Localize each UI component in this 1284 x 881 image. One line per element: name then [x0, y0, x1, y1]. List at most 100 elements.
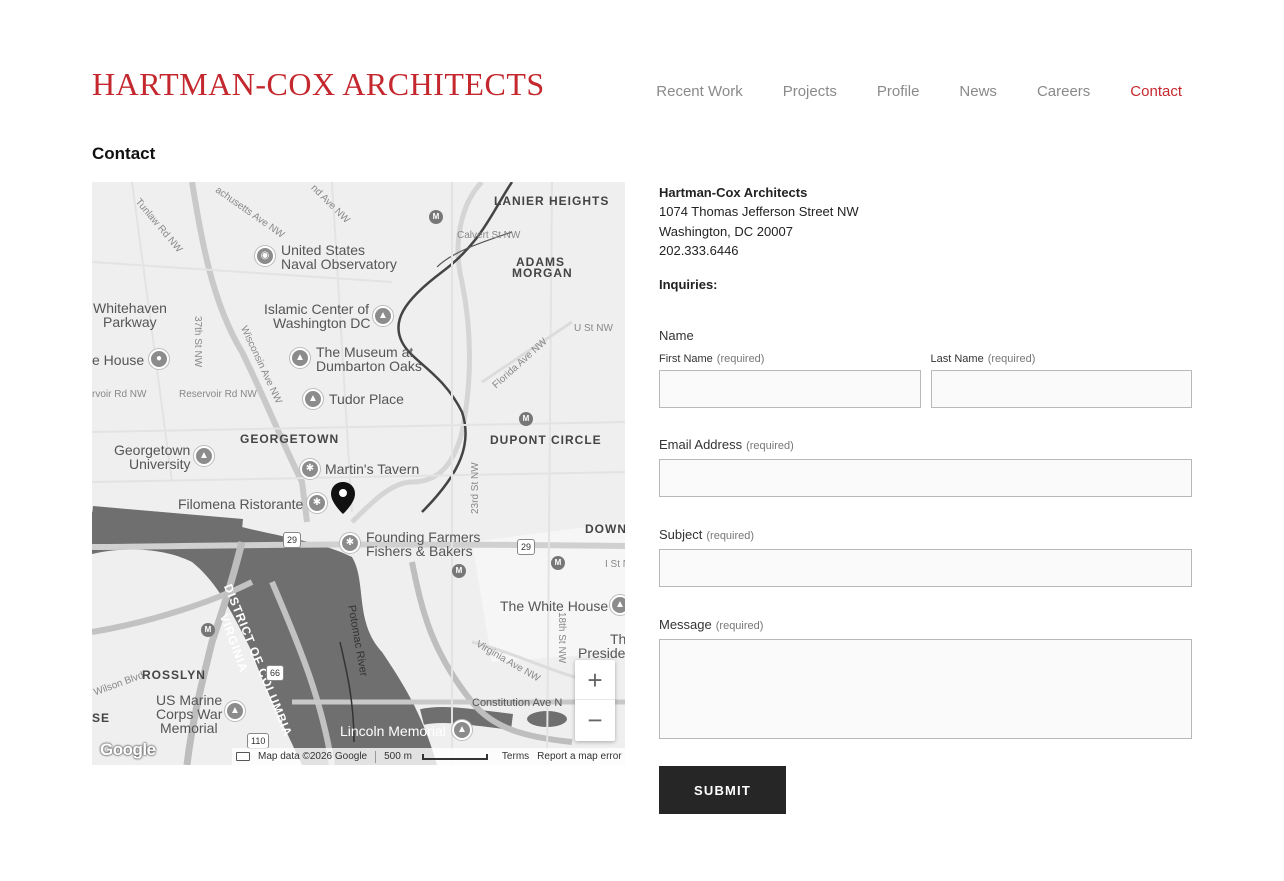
- lincoln-poi-icon[interactable]: ▲: [452, 720, 472, 740]
- keyboard-icon[interactable]: [236, 752, 250, 761]
- nav-careers[interactable]: Careers: [1037, 82, 1090, 102]
- map-label-whitehaven-1: Whitehaven: [93, 300, 167, 316]
- map-label-reservoir-rd-2: rvoir Rd NW: [92, 389, 147, 400]
- inquiries-heading: Inquiries:: [659, 276, 718, 292]
- museum-poi-icon[interactable]: ▲: [290, 348, 310, 368]
- first-name-input[interactable]: [659, 370, 921, 408]
- map-label-lincoln-memorial: Lincoln Memorial: [340, 723, 446, 739]
- map-label-georgetown: GEORGETOWN: [240, 432, 340, 446]
- subject-input[interactable]: [659, 549, 1192, 587]
- historic-poi-icon[interactable]: ▲: [303, 389, 323, 409]
- map-label-marine-2: Corps War: [156, 706, 223, 722]
- map-label-founding-farmers-2: Fishers & Bakers: [366, 543, 473, 559]
- email-required: (required): [746, 440, 794, 452]
- map-zoom-controls: + −: [575, 660, 615, 741]
- map-label-islamic-center-1: Islamic Center of: [264, 301, 370, 317]
- address-line-2: Washington, DC 20007: [659, 223, 793, 239]
- landmark-poi-icon[interactable]: ▲: [373, 306, 393, 326]
- site-logo[interactable]: HARTMAN-COX ARCHITECTS: [92, 66, 545, 102]
- email-input[interactable]: [659, 459, 1192, 497]
- map-embed[interactable]: LANIER HEIGHTS ADAMS MORGAN GEORGETOWN D…: [92, 182, 625, 765]
- name-group: Name First Name (required) Last Name (requ…: [659, 328, 1192, 408]
- google-logo[interactable]: Google: [100, 740, 156, 760]
- memorial-tree-poi-icon[interactable]: ▲: [225, 701, 245, 721]
- map-report-error-link[interactable]: Report a map error: [537, 751, 621, 762]
- contact-info: Hartman-Cox Architects 1074 Thomas Jeffe…: [659, 183, 859, 294]
- map-label-tudor-place: Tudor Place: [329, 391, 404, 407]
- first-name-required: (required): [716, 353, 765, 365]
- map-label-u-st: U St NW: [574, 323, 613, 334]
- route-110-shield: 110: [247, 733, 270, 749]
- map-label-founding-farmers-1: Founding Farmers: [366, 529, 481, 545]
- map-label-lanier-heights: LANIER HEIGHTS: [494, 194, 610, 208]
- firm-name: Hartman-Cox Architects: [659, 185, 808, 200]
- submit-button[interactable]: SUBMIT: [659, 766, 786, 814]
- map-label-dumbarton-1: The Museum at: [316, 344, 414, 360]
- metro-icon[interactable]: M: [452, 564, 466, 578]
- map-label-presidents-1: Th: [610, 631, 625, 647]
- map-label-presidents-2: Preside: [578, 645, 625, 661]
- university-poi-icon[interactable]: ▲: [194, 446, 214, 466]
- map-label-georgetown-univ-1: Georgetown: [114, 442, 191, 458]
- route-29-shield: 29: [283, 532, 302, 548]
- map-label-downtown: DOWN: [585, 522, 625, 536]
- metro-icon[interactable]: M: [519, 412, 533, 426]
- map-label-reservoir-rd: Reservoir Rd NW: [179, 389, 257, 400]
- email-group: Email Address (required): [659, 436, 1192, 497]
- map-label-i-st: I St N: [605, 559, 625, 570]
- restaurant-poi-icon-2[interactable]: ✱: [307, 493, 327, 513]
- zoom-out-button[interactable]: −: [575, 700, 615, 740]
- map-label-rosslyn: ROSSLYN: [142, 668, 206, 682]
- map-label-dupont-circle: DUPONT CIRCLE: [490, 433, 602, 447]
- metro-icon[interactable]: M: [429, 210, 443, 224]
- attribution-divider: [375, 750, 377, 763]
- subject-label: Subject: [659, 527, 703, 542]
- nav-projects[interactable]: Projects: [783, 82, 837, 102]
- subject-required: (required): [706, 530, 755, 542]
- map-label-se: SE: [92, 711, 111, 725]
- map-label-islamic-center-2: Washington DC: [273, 315, 371, 331]
- restaurant-poi-icon[interactable]: ✱: [300, 459, 320, 479]
- restaurant-poi-icon-3[interactable]: ✱: [340, 533, 360, 553]
- message-label: Message: [659, 617, 712, 632]
- address-line-1: 1074 Thomas Jefferson Street NW: [659, 204, 859, 219]
- map-label-marine-3: Memorial: [160, 720, 218, 736]
- name-label: Name: [659, 328, 694, 343]
- subject-group: Subject (required): [659, 526, 1192, 587]
- place-poi-icon[interactable]: ●: [149, 349, 169, 369]
- nav-recent-work[interactable]: Recent Work: [656, 82, 742, 102]
- zoom-in-button[interactable]: +: [575, 660, 615, 700]
- phone-number[interactable]: 202.333.6446: [659, 241, 859, 261]
- map-scale-bar[interactable]: [421, 753, 488, 760]
- map-label-white-house: The White House: [500, 598, 609, 614]
- nav-contact[interactable]: Contact: [1130, 82, 1182, 102]
- message-textarea[interactable]: [659, 639, 1192, 739]
- map-label-e-house: e House: [92, 352, 145, 368]
- contact-form: Name First Name (required) Last Name (requ…: [659, 328, 1192, 814]
- route-29-shield-2: 29: [517, 539, 536, 555]
- map-label-marine-1: US Marine: [156, 692, 223, 708]
- map-label-constitution-ave: Constitution Ave N: [472, 697, 563, 709]
- nav-news[interactable]: News: [959, 82, 997, 102]
- map-label-morgan: MORGAN: [512, 266, 573, 280]
- map-marker-icon[interactable]: [331, 482, 355, 514]
- camera-poi-icon[interactable]: ◉: [255, 246, 275, 266]
- last-name-required: (required): [987, 353, 1036, 365]
- map-attribution-bar: Map data ©2026 Google 500 m Terms Report…: [232, 748, 625, 765]
- main-nav: Recent Work Projects Profile News Career…: [656, 82, 1182, 102]
- metro-icon[interactable]: M: [551, 556, 565, 570]
- route-66-shield: 66: [266, 665, 285, 681]
- metro-icon[interactable]: M: [201, 623, 215, 637]
- map-label-whitehaven-2: Parkway: [103, 314, 157, 330]
- last-name-input[interactable]: [930, 370, 1192, 408]
- map-terms-link[interactable]: Terms: [502, 751, 529, 762]
- last-name-label: Last Name: [930, 353, 984, 365]
- white-house-poi-icon[interactable]: ▲: [610, 595, 625, 615]
- map-scale-label[interactable]: 500 m: [384, 751, 412, 762]
- map-label-37th-st: 37th St NW: [192, 316, 203, 368]
- nav-profile[interactable]: Profile: [877, 82, 920, 102]
- map-label-18th-st: 18th St NW: [556, 612, 567, 664]
- map-label-georgetown-univ-2: University: [129, 456, 191, 472]
- first-name-label: First Name: [659, 353, 713, 365]
- page-title: Contact: [92, 144, 156, 163]
